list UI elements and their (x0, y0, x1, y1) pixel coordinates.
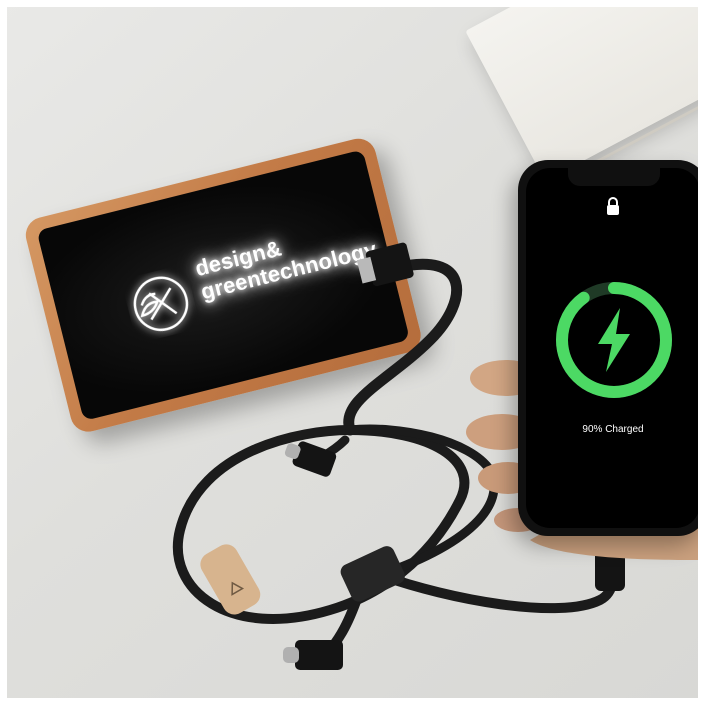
smartphone: 90% Charged (518, 160, 705, 536)
charge-ring (556, 282, 672, 398)
lock-icon (607, 197, 619, 215)
product-photo: design& greentechnology 90% Charged (0, 0, 705, 705)
lightning-bolt-icon (598, 308, 630, 372)
charge-status-text: 90% Charged (582, 424, 644, 435)
phone-screen: 90% Charged (526, 168, 700, 528)
phone-notch (568, 168, 660, 186)
